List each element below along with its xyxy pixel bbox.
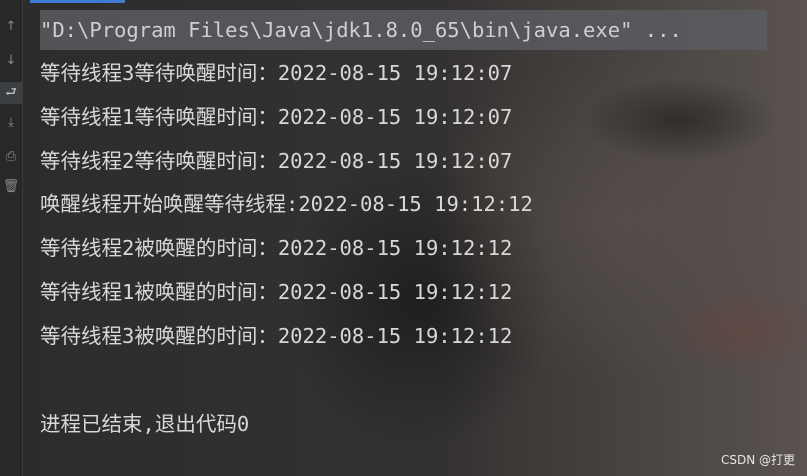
arrow-up-icon[interactable]: ↑ bbox=[0, 16, 22, 38]
trash-icon[interactable]: 🗑 bbox=[0, 176, 22, 198]
process-exit-message: 进程已结束,退出代码0 bbox=[40, 412, 250, 436]
console-output-line: 等待线程3等待唤醒时间：2022-08-15 19:12:07 bbox=[40, 61, 513, 85]
console-output-line: 等待线程2等待唤醒时间：2022-08-15 19:12:07 bbox=[40, 149, 513, 173]
watermark: CSDN @打更 bbox=[720, 453, 795, 467]
arrow-down-icon[interactable]: ↓ bbox=[0, 50, 22, 72]
console-output-line: 等待线程2被唤醒的时间：2022-08-15 19:12:12 bbox=[40, 236, 513, 260]
active-tab-indicator bbox=[30, 0, 125, 3]
console-toolbar: ↑ ↓ ⮐ ⤓ ⎙ 🗑 bbox=[0, 0, 23, 476]
run-command-line[interactable]: "D:\Program Files\Java\jdk1.8.0_65\bin\j… bbox=[40, 10, 767, 50]
console-output-line: 唤醒线程开始唤醒等待线程:2022-08-15 19:12:12 bbox=[40, 192, 533, 216]
console-output-line: 等待线程1等待唤醒时间：2022-08-15 19:12:07 bbox=[40, 105, 513, 129]
console-output-line: 等待线程3被唤醒的时间：2022-08-15 19:12:12 bbox=[40, 324, 513, 348]
soft-wrap-icon[interactable]: ⮐ bbox=[0, 82, 22, 104]
scroll-to-end-icon[interactable]: ⤓ bbox=[0, 112, 22, 134]
console-output-line: 等待线程1被唤醒的时间：2022-08-15 19:12:12 bbox=[40, 280, 513, 304]
print-icon[interactable]: ⎙ bbox=[0, 146, 22, 168]
